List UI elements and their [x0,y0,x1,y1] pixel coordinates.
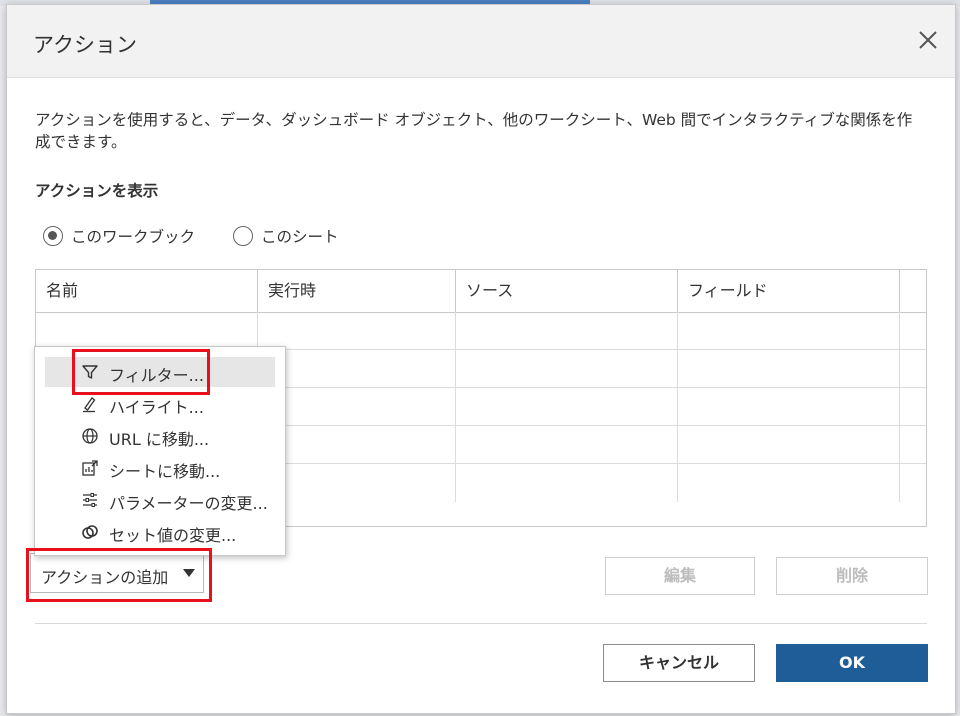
menu-item-label: URL に移動... [109,430,210,449]
close-icon [919,31,937,49]
ok-button[interactable]: OK [776,644,928,682]
sliders-icon [81,491,99,509]
menu-item-label: フィルター... [109,366,204,385]
menu-item-label: パラメーターの変更... [109,494,268,513]
column-header-run-on[interactable]: 実行時 [258,270,456,312]
radio-button-checked[interactable] [43,226,63,246]
column-header-name[interactable]: 名前 [36,270,258,312]
filter-icon [81,363,99,381]
column-header-fields[interactable]: フィールド [678,270,900,312]
dialog-description: アクションを使用すると、データ、ダッシュボード オブジェクト、他のワークシート、… [35,111,913,151]
radio-label-this-sheet: このシート [261,228,339,246]
menu-item-change-set-values[interactable]: セット値の変更... [45,517,275,547]
delete-button[interactable]: 削除 [776,557,928,595]
edit-button[interactable]: 編集 [605,557,755,595]
set-values-icon [81,523,99,541]
menu-item-label: シートに移動... [109,462,221,481]
menu-item-change-parameter[interactable]: パラメーターの変更... [45,485,275,515]
radio-label-this-workbook: このワークブック [71,228,196,246]
dialog-title: アクション [33,33,137,57]
highlight-pen-icon [81,395,99,413]
column-header-source[interactable]: ソース [456,270,678,312]
add-action-menu: フィルター... ハイライト... URL に移動... シートに移動... パ… [34,346,286,556]
radio-button[interactable] [233,226,253,246]
menu-item-highlight[interactable]: ハイライト... [45,389,275,419]
menu-item-url[interactable]: URL に移動... [45,421,275,451]
globe-icon [81,427,99,445]
menu-item-label: セット値の変更... [109,526,237,545]
dialog-titlebar: アクション [7,5,955,78]
radio-this-sheet[interactable]: このシート [233,223,339,249]
dialog-divider [35,623,927,624]
add-action-label: アクションの追加 [41,568,169,587]
add-action-button[interactable]: アクションの追加 [30,553,204,593]
chevron-down-icon [183,569,195,577]
show-actions-label: アクションを表示 [35,182,159,200]
radio-this-workbook[interactable]: このワークブック [43,223,195,249]
go-to-sheet-icon [81,459,99,477]
menu-item-filter[interactable]: フィルター... [45,357,275,387]
table-header: 名前 実行時 ソース フィールド [36,270,926,313]
cancel-button[interactable]: キャンセル [603,644,755,682]
menu-item-label: ハイライト... [109,398,204,417]
menu-item-go-to-sheet[interactable]: シートに移動... [45,453,275,483]
close-button[interactable] [915,27,941,53]
table-row [36,312,926,350]
